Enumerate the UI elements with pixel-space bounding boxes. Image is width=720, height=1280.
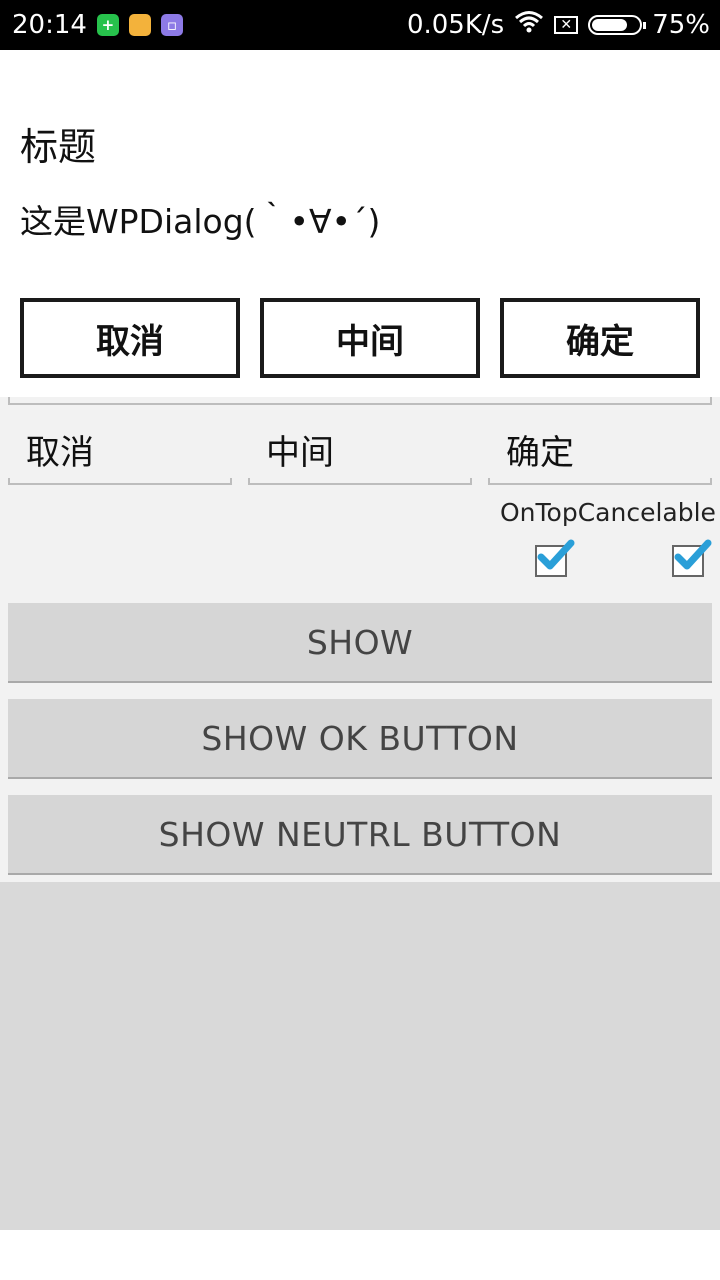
no-sim-icon: ✕ (554, 16, 579, 34)
ok-text-field[interactable]: 确定 (488, 425, 712, 485)
cancelable-checkbox[interactable] (672, 539, 712, 577)
battery-percent: 75% (652, 10, 710, 40)
field-underline (248, 478, 472, 485)
dialog-title: 标题 (20, 125, 97, 169)
title-edit-underline[interactable] (8, 397, 712, 405)
wifi-icon (514, 10, 544, 41)
app-purple-icon: ▫ (160, 14, 183, 36)
status-bar-right: 0.05K/s ✕ 75% (407, 10, 710, 41)
app-green-icon: + (96, 14, 119, 36)
dialog-neutral-button[interactable]: 中间 (260, 298, 480, 378)
battery-fill (592, 19, 627, 31)
field-underline (8, 478, 232, 485)
status-time: 20:14 (12, 10, 87, 40)
neutral-field-value: 中间 (266, 433, 334, 473)
app-yellow-icon (128, 14, 151, 36)
empty-background (0, 882, 720, 1230)
cancel-field-value: 取消 (26, 433, 94, 473)
show-neutral-button[interactable]: SHOW NEUTRL BUTTON (8, 795, 712, 875)
show-ok-button[interactable]: SHOW OK BUTTON (8, 699, 712, 779)
status-bar: 20:14 + ▫ 0.05K/s ✕ 75% (0, 0, 720, 50)
ontop-checkbox[interactable] (535, 539, 575, 577)
status-bar-left: 20:14 + ▫ (12, 10, 183, 40)
net-speed: 0.05K/s (406, 10, 505, 40)
battery-icon (588, 15, 647, 35)
wp-dialog: 标题 这是WPDialog(｀•∀•´) 取消 中间 确定 (0, 50, 720, 397)
cancel-text-field[interactable]: 取消 (8, 425, 232, 485)
settings-form: 取消 中间 确定 OnTopCancelable SHOW SHOW OK BU… (0, 397, 720, 882)
field-underline (488, 478, 712, 485)
neutral-text-field[interactable]: 中间 (248, 425, 472, 485)
show-button[interactable]: SHOW (8, 603, 712, 683)
dialog-ok-button[interactable]: 确定 (500, 298, 700, 378)
ontop-cancelable-label: OnTopCancelable (500, 498, 716, 527)
dialog-cancel-button[interactable]: 取消 (20, 298, 240, 378)
ok-field-value: 确定 (506, 433, 574, 473)
dialog-message: 这是WPDialog(｀•∀•´) (20, 202, 381, 241)
